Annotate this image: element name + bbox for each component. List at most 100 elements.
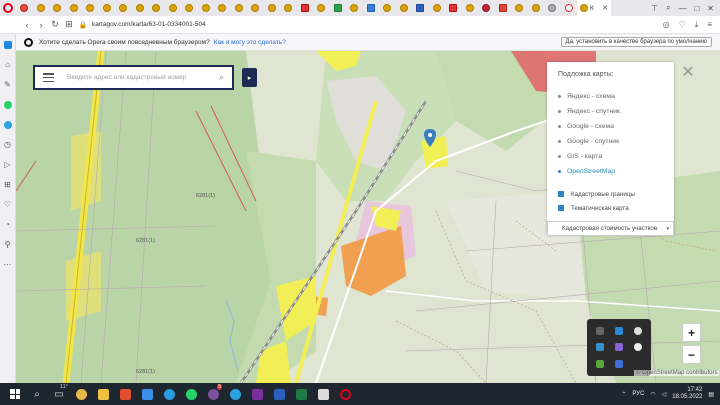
start-button[interactable]	[4, 383, 26, 405]
whatsapp-icon[interactable]	[180, 383, 202, 405]
tab[interactable]	[181, 0, 198, 16]
app-tray-icon[interactable]	[596, 359, 605, 368]
basemap-yandex-satellite[interactable]: Яндекс - спутник	[558, 104, 663, 119]
reload-icon[interactable]: ↻	[48, 19, 62, 30]
basemap-google-satellite[interactable]: Google - спутник	[558, 134, 663, 149]
speed-dial-icon[interactable]: ⊞	[62, 19, 76, 30]
tab[interactable]	[528, 0, 545, 16]
zoom-in-button[interactable]: +	[682, 323, 701, 342]
tab[interactable]	[429, 0, 446, 16]
tray-overflow-icon[interactable]: ⌃	[621, 391, 626, 398]
tab[interactable]	[412, 0, 429, 16]
excel-icon[interactable]	[290, 383, 312, 405]
extensions-icon[interactable]: ⊞	[3, 180, 12, 189]
set-default-button[interactable]: Да, установить в качестве браузера по ум…	[560, 37, 712, 47]
bookmark-icon[interactable]: ⌂	[3, 60, 12, 69]
checkbox-icon[interactable]	[558, 205, 564, 211]
weather-icon[interactable]	[70, 383, 92, 405]
explorer-icon[interactable]	[92, 383, 114, 405]
tab[interactable]	[99, 0, 116, 16]
whatsapp-icon[interactable]	[3, 100, 12, 109]
tab[interactable]	[214, 0, 231, 16]
shield-tray-icon[interactable]	[596, 343, 605, 352]
more-icon[interactable]: ⋯	[3, 260, 12, 269]
tab[interactable]	[82, 0, 99, 16]
lock-icon[interactable]: 🔒	[76, 21, 90, 29]
player-icon[interactable]: ▷	[3, 160, 12, 169]
settings-icon[interactable]: ≡	[707, 20, 712, 30]
tab[interactable]	[330, 0, 347, 16]
tab[interactable]	[165, 0, 182, 16]
app-tray-icon[interactable]	[614, 359, 623, 368]
overlay-cadastral-borders[interactable]: Кадастровые границы	[558, 187, 663, 201]
thematic-layer-select[interactable]: Кадастровая стоимость участков ▾	[547, 221, 674, 236]
tab[interactable]	[561, 0, 578, 16]
tab[interactable]	[148, 0, 165, 16]
tab[interactable]	[280, 0, 297, 16]
app-tray-icon[interactable]	[614, 327, 623, 336]
opera-menu-icon[interactable]	[0, 0, 16, 16]
tab[interactable]	[115, 0, 132, 16]
tab[interactable]	[462, 0, 479, 16]
clock-icon[interactable]: ◔	[3, 220, 12, 229]
language-indicator[interactable]: РУС	[632, 391, 644, 397]
home-icon[interactable]	[3, 40, 12, 49]
tab[interactable]	[544, 0, 561, 16]
tab[interactable]	[132, 0, 149, 16]
notifications-icon[interactable]: ▤	[708, 391, 714, 398]
tab[interactable]	[396, 0, 413, 16]
basemap-gis-map[interactable]: GIS - карта	[558, 149, 663, 164]
tab[interactable]	[511, 0, 528, 16]
back-icon[interactable]: ‹	[20, 20, 34, 30]
tab[interactable]	[231, 0, 248, 16]
search-input[interactable]	[67, 74, 219, 81]
camera-icon[interactable]: ◎	[663, 20, 670, 30]
vpn-tray-icon[interactable]	[614, 343, 623, 352]
tab-search-icon[interactable]: ⌕	[666, 3, 670, 13]
tab[interactable]	[379, 0, 396, 16]
url-field[interactable]: kartagov.com/karta/63-01-0334001-504	[92, 21, 206, 28]
minimize-icon[interactable]: —	[678, 4, 686, 13]
clock[interactable]: 17:42 18.05.2022	[672, 387, 702, 401]
office-icon[interactable]	[114, 383, 136, 405]
basemap-openstreetmap[interactable]: OpenStreetMap	[558, 164, 663, 179]
info-tray-icon[interactable]	[633, 327, 642, 336]
telegram-icon[interactable]	[224, 383, 246, 405]
edge-icon[interactable]	[158, 383, 180, 405]
download-icon[interactable]: ⤓	[695, 20, 699, 30]
tab[interactable]	[247, 0, 264, 16]
checkbox-icon[interactable]	[558, 191, 564, 197]
expand-panel-button[interactable]: ▸	[242, 68, 257, 87]
history-icon[interactable]: ◷	[3, 140, 12, 149]
light-icon[interactable]: ⚲	[3, 240, 12, 249]
tab[interactable]	[495, 0, 512, 16]
tab[interactable]	[297, 0, 314, 16]
basemap-yandex-scheme[interactable]: Яндекс - схема	[558, 89, 663, 104]
basemap-google-scheme[interactable]: Google - схема	[558, 119, 663, 134]
tab[interactable]	[445, 0, 462, 16]
favorites-icon[interactable]: ♡	[3, 200, 12, 209]
search-icon[interactable]: ⌕	[219, 72, 224, 83]
opera-icon[interactable]	[334, 383, 356, 405]
forward-icon[interactable]: ›	[34, 20, 48, 30]
messenger-icon[interactable]: ✎	[3, 80, 12, 89]
maximize-icon[interactable]: □	[694, 4, 699, 13]
cadastral-map[interactable]: 6281(1) 6281(1) 6281(1) ⌕ ▸ Подложка кар…	[16, 51, 720, 383]
tab-pin-icon[interactable]: ⊤	[651, 4, 658, 13]
app-tray-icon[interactable]	[596, 327, 605, 336]
tab[interactable]	[346, 0, 363, 16]
map-attribution[interactable]: © OpenStreetMap contributors	[634, 370, 720, 376]
tab[interactable]	[66, 0, 83, 16]
tab-close-icon[interactable]: ✕	[602, 4, 608, 12]
volume-icon[interactable]: ◁	[662, 391, 667, 398]
zoom-out-button[interactable]: −	[682, 345, 701, 364]
viber-icon[interactable]: 5	[202, 383, 224, 405]
promo-help-link[interactable]: Как я могу это сделать?	[214, 39, 286, 46]
overlay-thematic-map[interactable]: Тематическая карта	[558, 201, 663, 215]
tab[interactable]	[49, 0, 66, 16]
tab[interactable]	[363, 0, 380, 16]
tab[interactable]	[478, 0, 495, 16]
tab[interactable]	[198, 0, 215, 16]
store-icon[interactable]	[136, 383, 158, 405]
onenote-icon[interactable]	[246, 383, 268, 405]
